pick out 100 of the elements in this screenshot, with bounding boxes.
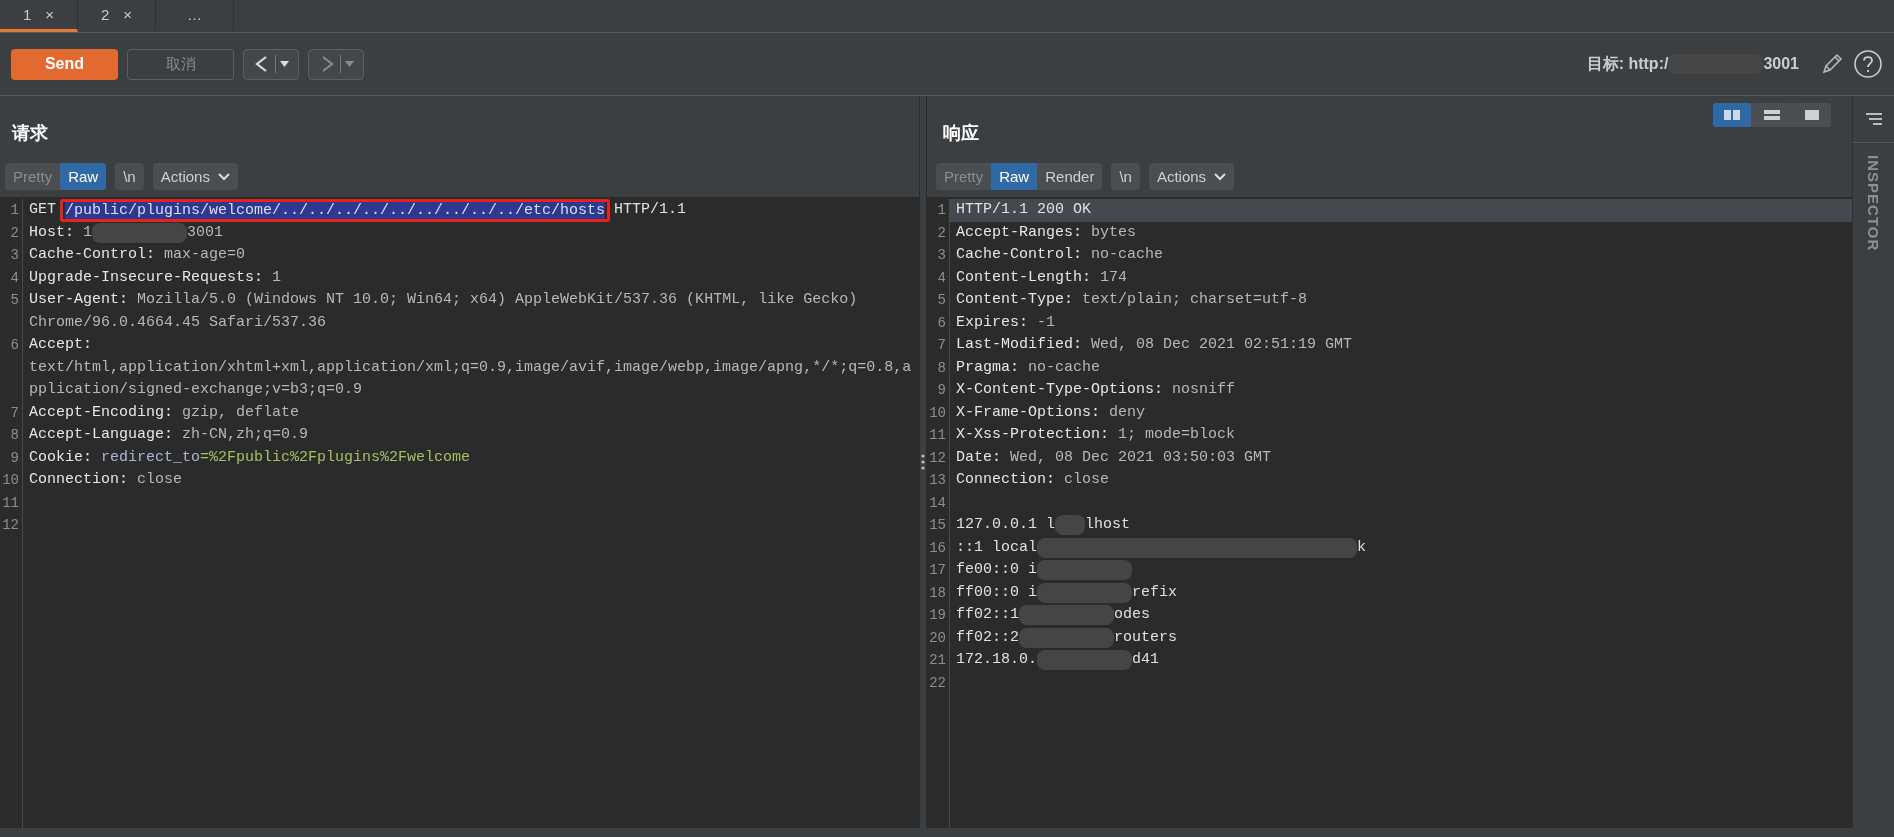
header-name: Expires: xyxy=(956,312,1028,333)
layout-button[interactable] xyxy=(1713,103,1751,127)
code-text: routers xyxy=(1114,627,1178,648)
line-number: 12 xyxy=(928,448,947,468)
header-name: X-Xss-Protection: xyxy=(956,425,1110,445)
code-text: GET xyxy=(29,200,57,220)
line-number: 5 xyxy=(9,291,20,310)
header-name: User-Agent: xyxy=(29,290,129,310)
header-value: deny xyxy=(1108,402,1146,423)
newline-button[interactable]: \n xyxy=(115,163,144,190)
header-name: Cookie: xyxy=(29,447,92,468)
help-icon[interactable] xyxy=(1853,49,1883,79)
header-value: text/plain; charset=utf-8 xyxy=(1081,290,1308,310)
header-value: close xyxy=(136,470,183,490)
code-text: 127.0.0.1 l xyxy=(956,515,1056,535)
view-tab[interactable]: Raw xyxy=(60,163,107,190)
line-number: 14 xyxy=(928,493,947,513)
line-number: 8 xyxy=(9,426,20,445)
code-text: 172.18.0. xyxy=(956,650,1037,670)
line-number: 9 xyxy=(9,448,20,468)
header-value: 1 xyxy=(82,222,93,243)
code-text: refix xyxy=(1132,582,1178,603)
panel-title: 请求 xyxy=(12,122,48,145)
request-tab[interactable]: 2 × xyxy=(78,0,156,32)
pencil-icon[interactable] xyxy=(1820,52,1844,76)
line-number: 15 xyxy=(928,516,947,535)
header-name: X-Content-Type-Options: xyxy=(956,380,1164,400)
line-number: 2 xyxy=(936,223,947,243)
header-value: text/html,application/xhtml+xml,application/xml;q=0.9,image/avif,image/webp,image/apng,*/*;q=0.8,a xyxy=(29,357,912,378)
actions-button[interactable]: Actions xyxy=(1148,163,1235,190)
code-text: d41 xyxy=(1132,650,1160,670)
caret-icon xyxy=(280,60,289,68)
header-name: Cache-Control: xyxy=(29,245,156,265)
header-name: Last-Modified: xyxy=(956,335,1083,355)
header-name: Accept-Ranges: xyxy=(956,222,1083,243)
header-name: Date: xyxy=(956,447,1001,468)
line-number: 12 xyxy=(1,516,20,535)
layout-icon xyxy=(1723,109,1741,121)
code-text: lhost xyxy=(1085,515,1131,535)
line-number: 21 xyxy=(928,651,947,670)
line-number: 1 xyxy=(9,201,20,220)
header-value: -1 xyxy=(1036,312,1056,333)
header-value: 3001 xyxy=(187,222,224,243)
code-text: odes xyxy=(1114,605,1151,625)
drag-handle-icon[interactable] xyxy=(921,453,925,471)
line-number: 3 xyxy=(936,246,947,265)
header-value: no-cache xyxy=(1027,357,1101,378)
cookie-value: =%2Fpublic%2Fplugins%2Fwelcome xyxy=(200,447,471,468)
code-editor[interactable] xyxy=(0,197,919,828)
line-number: 8 xyxy=(936,358,947,378)
code-text: k xyxy=(1357,537,1367,558)
header-name: Accept-Encoding: xyxy=(29,402,174,423)
line-number: 16 xyxy=(928,538,947,558)
header-value: Wed, 08 Dec 2021 02:51:19 GMT xyxy=(1090,335,1353,355)
line-number: 17 xyxy=(928,561,947,580)
line-number: 4 xyxy=(936,268,947,288)
header-name: Content-Type: xyxy=(956,290,1074,310)
code-editor[interactable] xyxy=(927,197,1852,828)
header-value: Mozilla/5.0 (Windows NT 10.0; Win64; x64) AppleWebKit/537.36 (KHTML, like Gecko) xyxy=(136,290,858,310)
code-text: fe00::0 i xyxy=(956,560,1037,580)
inspector-tab[interactable]: INSPECTOR xyxy=(1865,155,1882,252)
line-number: 6 xyxy=(936,313,947,333)
header-value: Wed, 08 Dec 2021 03:50:03 GMT xyxy=(1009,447,1272,468)
back-button[interactable] xyxy=(243,48,299,80)
layout-icon xyxy=(1803,109,1821,121)
selected-text: /public/plugins/welcome/../../../../../../../../../etc/hosts xyxy=(65,201,606,219)
line-number: 3 xyxy=(9,246,20,265)
list-icon[interactable] xyxy=(1864,112,1883,126)
send-button[interactable]: Send xyxy=(11,48,118,80)
line-number: 22 xyxy=(928,673,947,693)
line-number: 7 xyxy=(936,336,947,355)
header-name: Connection: xyxy=(29,470,129,490)
header-value: 174 xyxy=(1099,267,1128,288)
code-text: ff02::2 xyxy=(956,627,1019,648)
header-name: Accept: xyxy=(29,335,92,355)
header-name: Content-Length: xyxy=(956,267,1092,288)
actions-button[interactable]: Actions xyxy=(152,163,238,190)
code-text: 3001 xyxy=(1763,55,1799,73)
line-number: 13 xyxy=(928,471,947,490)
request-tab[interactable]: … xyxy=(156,0,234,32)
header-value: no-cache xyxy=(1090,245,1164,265)
line-number: 5 xyxy=(936,291,947,310)
header-value: pplication/signed-exchange;v=b3;q=0.9 xyxy=(29,380,363,400)
header-name: Cache-Control: xyxy=(956,245,1083,265)
line-number: 6 xyxy=(9,336,20,355)
view-tab[interactable]: Raw xyxy=(991,163,1038,190)
header-name: Host: xyxy=(29,222,74,243)
line-number: 10 xyxy=(928,403,947,423)
newline-button[interactable]: \n xyxy=(1111,163,1140,190)
header-value: max-age=0 xyxy=(163,245,246,265)
line-number: 4 xyxy=(9,268,20,288)
request-tab[interactable]: 1 × xyxy=(0,0,78,32)
header-name: X-Frame-Options: xyxy=(956,402,1101,423)
line-number: 19 xyxy=(928,606,947,625)
line-number: 7 xyxy=(9,403,20,423)
line-number: 11 xyxy=(928,426,947,445)
header-value: 1 xyxy=(271,267,282,288)
chevron-down-icon xyxy=(1214,172,1227,181)
header-value: gzip, deflate xyxy=(181,402,300,423)
header-name: Upgrade-Insecure-Requests: xyxy=(29,267,264,288)
